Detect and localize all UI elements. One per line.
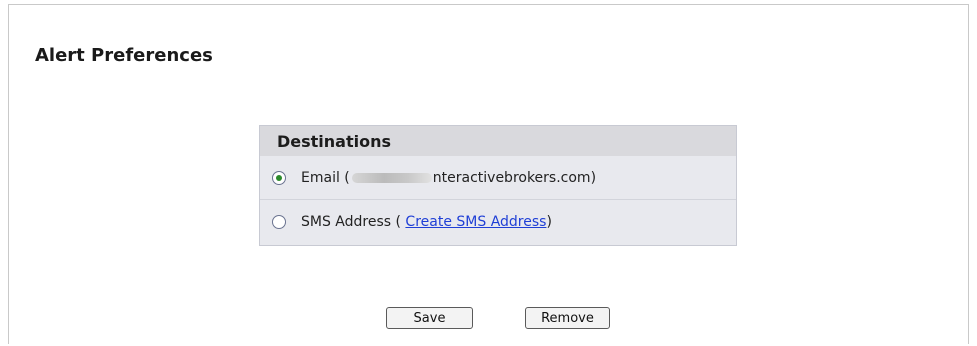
- sms-destination-row[interactable]: SMS Address ( Create SMS Address): [260, 200, 736, 244]
- save-button[interactable]: Save: [386, 307, 473, 329]
- sms-label: SMS Address ( Create SMS Address): [301, 214, 552, 230]
- email-radio-icon[interactable]: [272, 170, 286, 185]
- remove-button[interactable]: Remove: [525, 307, 610, 329]
- email-destination-row[interactable]: Email (nteractivebrokers.com): [260, 156, 736, 200]
- destinations-header: Destinations: [260, 126, 736, 156]
- page-title: Alert Preferences: [35, 45, 213, 66]
- alert-preferences-panel: Alert Preferences Destinations Email (nt…: [8, 4, 969, 344]
- sms-radio-icon[interactable]: [272, 215, 286, 229]
- redacted-email-blur: [351, 172, 432, 183]
- destinations-box: Destinations Email (nteractivebrokers.co…: [259, 125, 737, 246]
- create-sms-address-link[interactable]: Create SMS Address: [405, 214, 546, 230]
- email-label: Email (nteractivebrokers.com): [301, 169, 597, 186]
